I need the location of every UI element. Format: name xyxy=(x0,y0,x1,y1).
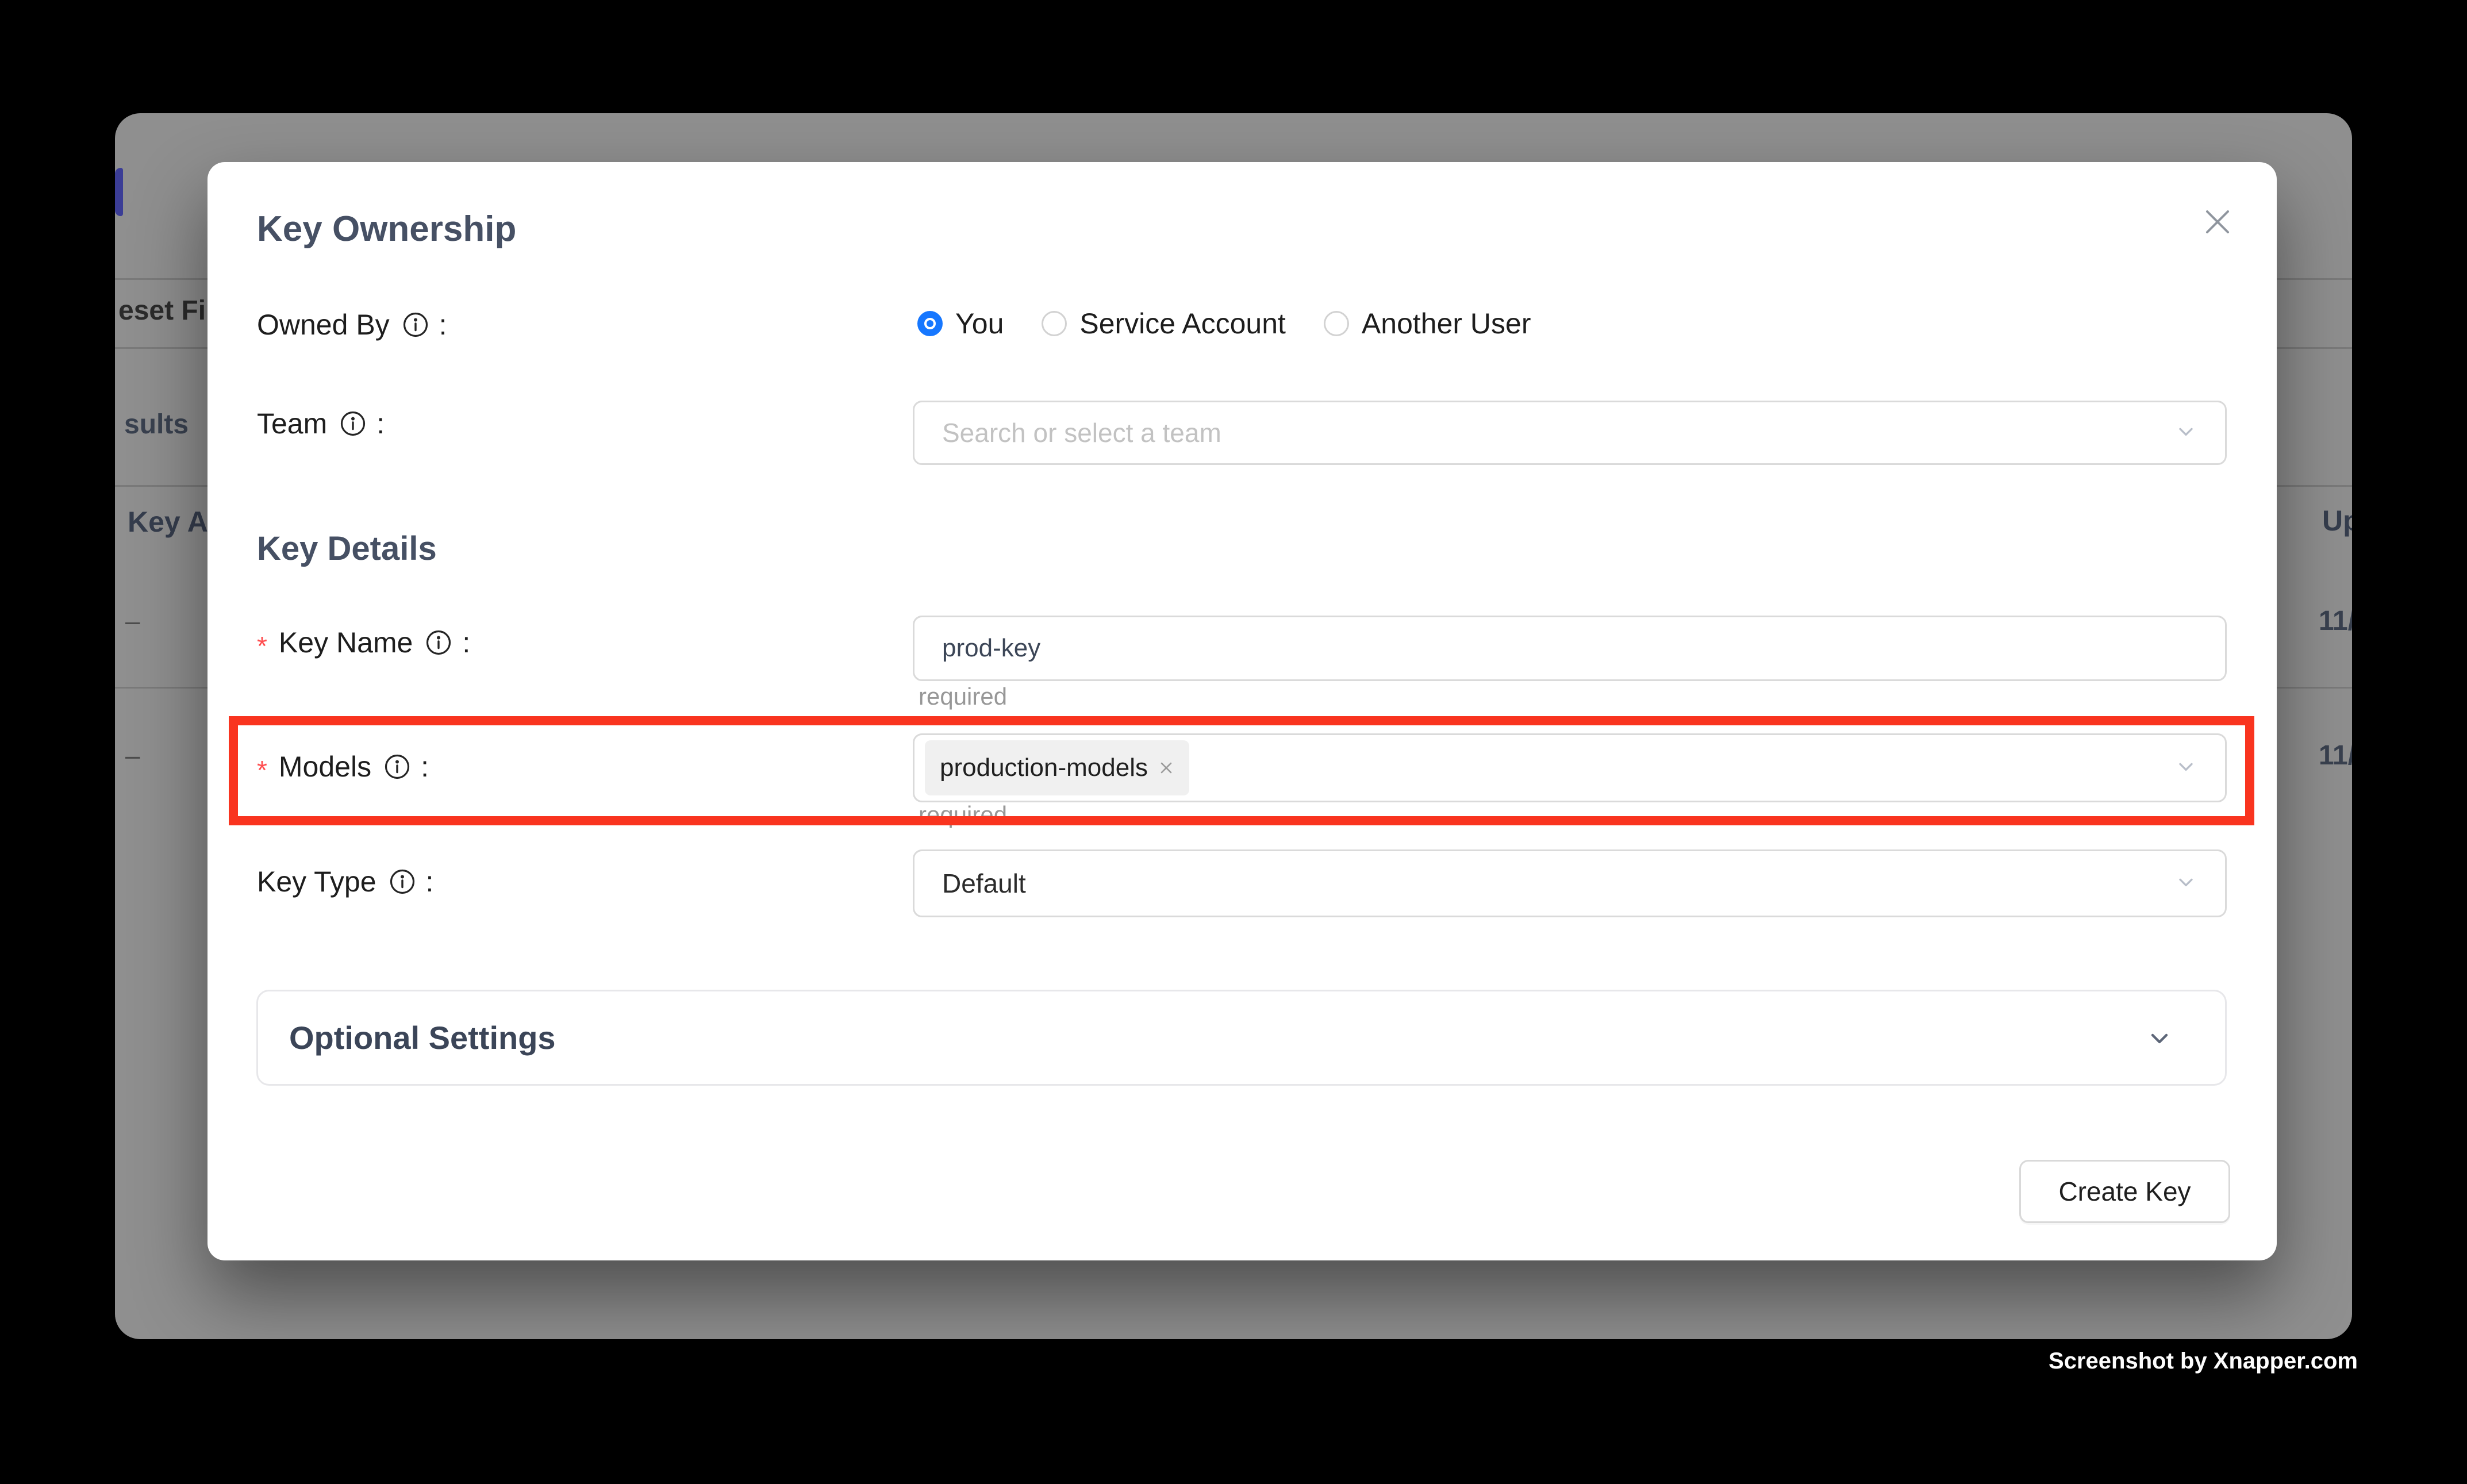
radio-option-another-user[interactable]: Another User xyxy=(1324,307,1531,340)
info-icon[interactable] xyxy=(425,629,452,656)
table-cell-date-fragment: 11/ xyxy=(2319,605,2352,637)
clipped-primary-button xyxy=(115,168,123,216)
table-cell-date-fragment: 11/ xyxy=(2319,740,2352,771)
table-cell-dash: – xyxy=(125,740,140,771)
watermark-text: Screenshot by Xnapper.com xyxy=(2049,1348,2358,1374)
owned-by-label: Owned By : xyxy=(257,309,447,340)
selected-model-tag: production-models xyxy=(925,740,1189,795)
models-validation-message: required xyxy=(919,801,1007,829)
create-key-modal: Key Ownership Owned By : You Service Acc… xyxy=(207,162,2277,1260)
radio-option-service-account[interactable]: Service Account xyxy=(1042,307,1286,340)
optional-settings-title: Optional Settings xyxy=(289,1019,556,1056)
remove-tag-icon[interactable] xyxy=(1158,760,1174,776)
key-name-validation-message: required xyxy=(919,683,1007,710)
create-key-button[interactable]: Create Key xyxy=(2019,1160,2230,1223)
required-asterisk: * xyxy=(257,633,267,659)
key-type-label: Key Type : xyxy=(257,866,433,897)
chevron-down-icon xyxy=(2146,1024,2173,1052)
team-select[interactable]: Search or select a team xyxy=(913,401,2227,465)
close-icon xyxy=(2203,207,2232,237)
team-select-placeholder: Search or select a team xyxy=(942,417,1221,448)
required-asterisk: * xyxy=(257,757,267,783)
chevron-down-icon xyxy=(2174,755,2197,781)
chevron-down-icon xyxy=(2174,871,2197,897)
info-icon[interactable] xyxy=(402,312,429,338)
team-label: Team : xyxy=(257,408,385,439)
results-count-fragment: sults xyxy=(124,409,189,440)
key-name-value: prod-key xyxy=(942,634,1040,663)
radio-option-you[interactable]: You xyxy=(917,307,1004,340)
info-icon[interactable] xyxy=(340,410,366,437)
owned-by-radio-group: You Service Account Another User xyxy=(917,307,1569,340)
optional-settings-accordion[interactable]: Optional Settings xyxy=(256,990,2227,1086)
info-icon[interactable] xyxy=(389,868,416,895)
table-cell-dash: – xyxy=(125,605,140,636)
models-multiselect[interactable]: production-models xyxy=(913,733,2227,802)
radio-unselected-icon xyxy=(1324,311,1349,336)
selected-model-tag-label: production-models xyxy=(940,753,1148,782)
key-details-title: Key Details xyxy=(257,531,437,567)
radio-unselected-icon xyxy=(1042,311,1067,336)
models-label: * Models : xyxy=(257,751,429,782)
key-type-select[interactable]: Default xyxy=(913,849,2227,917)
key-name-label: * Key Name : xyxy=(257,627,470,658)
close-button[interactable] xyxy=(2200,204,2235,240)
updated-column-header-fragment: Up xyxy=(2322,504,2352,537)
radio-selected-icon xyxy=(917,311,943,336)
info-icon[interactable] xyxy=(384,753,410,780)
modal-title: Key Ownership xyxy=(257,210,516,248)
key-name-input[interactable]: prod-key xyxy=(913,616,2227,681)
key-type-value: Default xyxy=(942,868,1026,899)
chevron-down-icon xyxy=(2174,420,2197,446)
